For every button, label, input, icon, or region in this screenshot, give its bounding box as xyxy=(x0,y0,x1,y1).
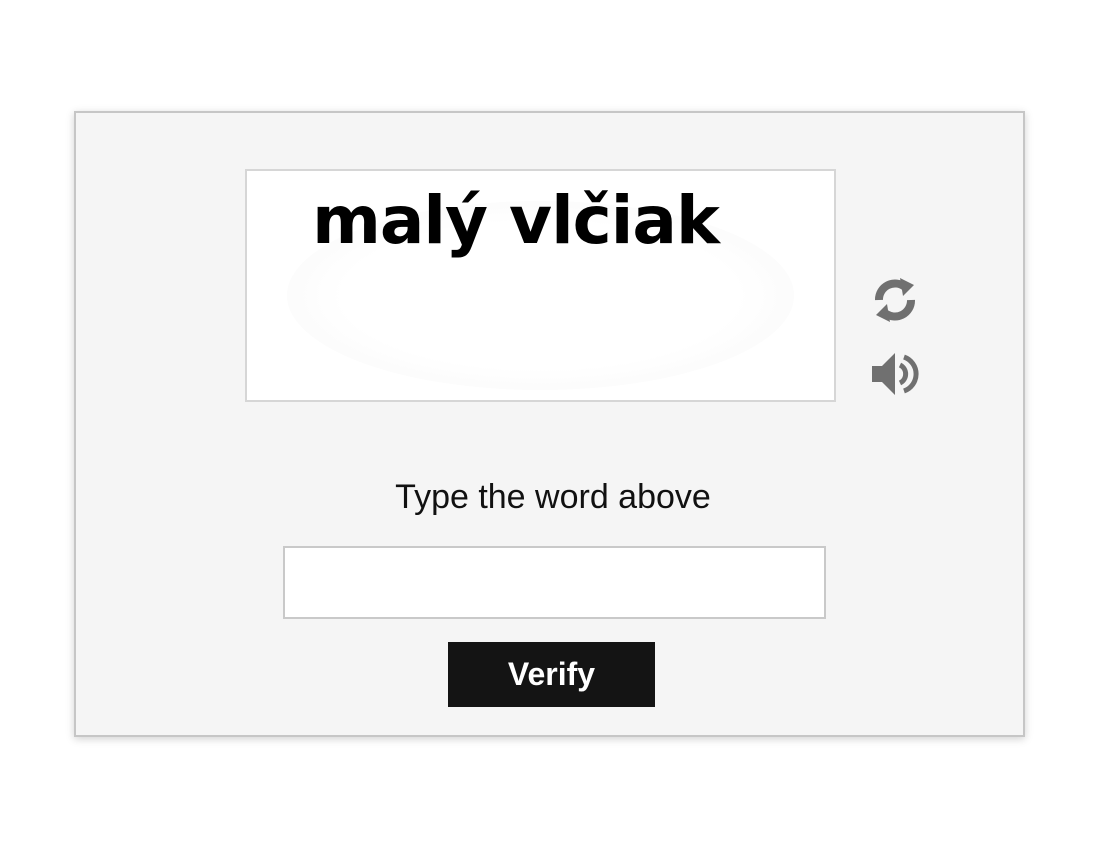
verify-button[interactable]: Verify xyxy=(448,642,655,707)
captcha-word: malý vlčiak xyxy=(312,182,720,259)
speaker-icon xyxy=(872,353,919,395)
audio-button[interactable] xyxy=(867,346,923,402)
captcha-image: malý vlčiak xyxy=(245,169,836,402)
refresh-button[interactable] xyxy=(867,272,923,328)
answer-input[interactable] xyxy=(283,546,826,619)
refresh-icon xyxy=(875,278,915,322)
instruction-text: Type the word above xyxy=(395,478,711,516)
